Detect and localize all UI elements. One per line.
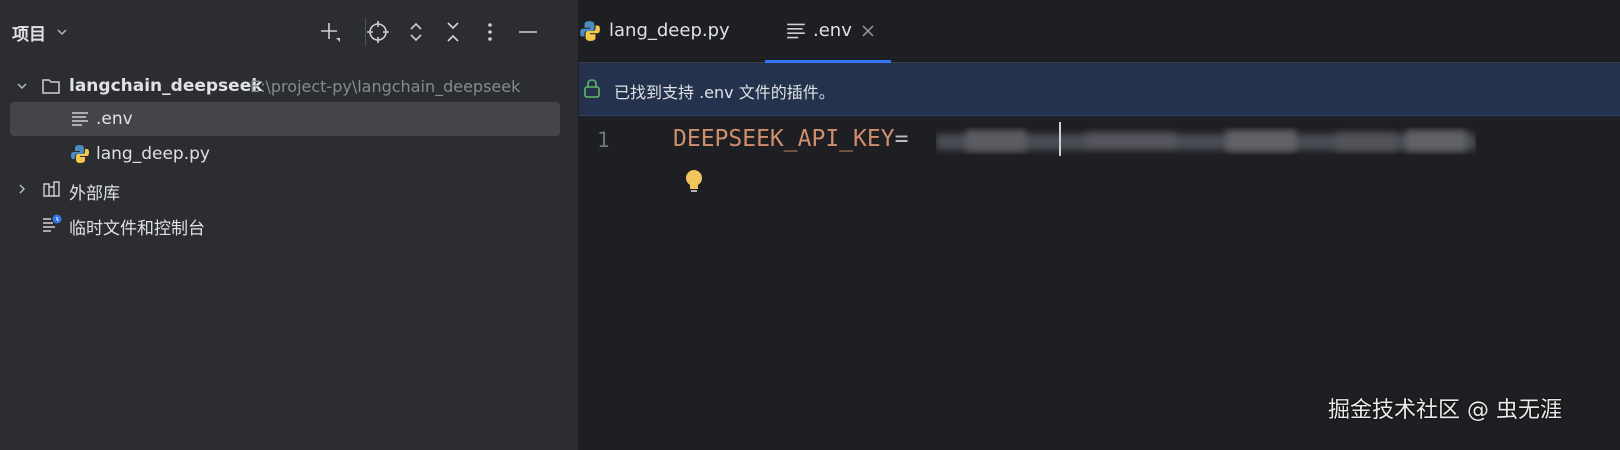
expand-all-icon[interactable]: [402, 18, 430, 46]
tab-lang-deep-py[interactable]: lang_deep.py: [579, 0, 769, 62]
tab-env[interactable]: .env: [765, 0, 891, 63]
chevron-down-icon[interactable]: [16, 80, 28, 92]
tab-label: lang_deep.py: [609, 20, 730, 41]
plugin-notification-bar: 已找到支持 .env 文件的插件。: [579, 63, 1620, 116]
hide-panel-icon[interactable]: [514, 18, 542, 46]
new-file-icon[interactable]: [316, 18, 344, 46]
tree-item-label: 临时文件和控制台: [69, 219, 205, 239]
python-file-icon: [71, 145, 89, 163]
root-folder-name: langchain_deepseek: [69, 76, 263, 96]
project-tool-window: 项目 langchain_deepseek E:\project-py\lang…: [0, 0, 578, 450]
tree-item-label: 外部库: [69, 184, 120, 204]
tab-label: .env: [813, 20, 852, 41]
close-icon[interactable]: [861, 24, 875, 38]
code-line[interactable]: DEEPSEEK_API_KEY=: [673, 126, 908, 152]
watermark-text: 掘金技术社区 @ 虫无涯: [1328, 398, 1562, 423]
tree-root-folder[interactable]: langchain_deepseek E:\project-py\langcha…: [10, 69, 560, 103]
project-panel-header: 项目: [0, 0, 578, 64]
tree-item-label: .env: [96, 109, 133, 129]
text-file-icon: [787, 23, 805, 39]
locate-icon[interactable]: [364, 18, 392, 46]
root-folder-path: E:\project-py\langchain_deepseek: [250, 77, 521, 96]
scratches-icon: [43, 214, 62, 232]
editor-tab-bar: lang_deep.py .env: [579, 0, 1620, 63]
library-icon: [43, 181, 60, 197]
chevron-right-icon[interactable]: [16, 183, 28, 195]
text-caret: [1059, 122, 1061, 156]
redacted-api-key: [936, 130, 1476, 152]
line-number: 1: [597, 128, 610, 152]
chevron-down-icon[interactable]: [56, 26, 68, 38]
tree-item-external-libraries[interactable]: 外部库: [10, 172, 560, 206]
folder-icon: [42, 79, 60, 94]
tree-item-lang-deep-py[interactable]: lang_deep.py: [10, 137, 560, 171]
notification-text: 已找到支持 .env 文件的插件。: [614, 83, 835, 102]
lightbulb-icon[interactable]: [683, 168, 705, 194]
env-equals: =: [894, 126, 909, 152]
tree-item-env[interactable]: .env: [10, 102, 560, 136]
lock-icon: [584, 79, 600, 98]
collapse-all-icon[interactable]: [439, 18, 467, 46]
text-file-icon: [72, 112, 88, 126]
editor-area: lang_deep.py .env 已找到支持 .env 文件的插件。 1 DE…: [579, 0, 1620, 450]
tree-item-label: lang_deep.py: [96, 144, 210, 164]
more-options-icon[interactable]: [476, 18, 504, 46]
env-key: DEEPSEEK_API_KEY: [673, 126, 895, 152]
python-file-icon: [580, 21, 600, 41]
tree-item-scratches[interactable]: 临时文件和控制台: [10, 207, 560, 241]
project-panel-title[interactable]: 项目: [12, 20, 46, 45]
